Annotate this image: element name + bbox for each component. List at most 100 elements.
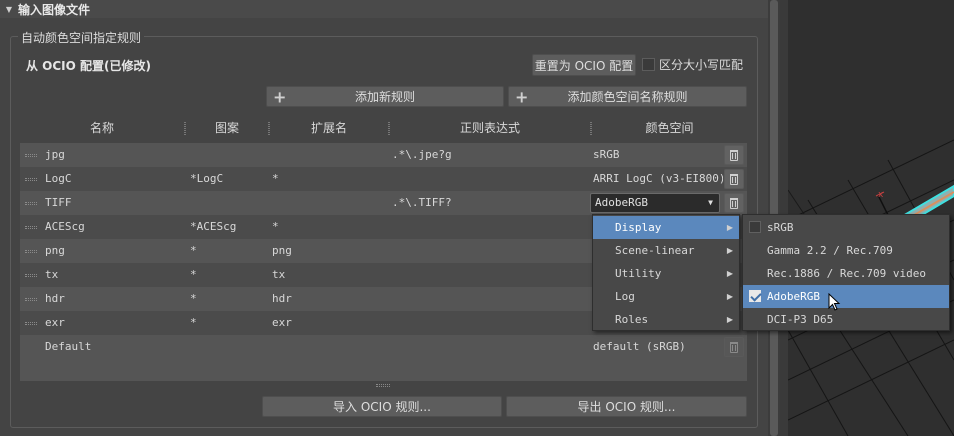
ocio-config-title: 从 OCIO 配置(已修改) (26, 59, 151, 73)
mouse-pointer-icon (828, 293, 841, 311)
cell-pattern[interactable]: * (190, 311, 197, 335)
table-row[interactable]: TIFF .*\.TIFF? AdobeRGB ▼ (20, 191, 747, 215)
section-header-input-image-files[interactable]: ▼ 输入图像文件 (0, 0, 768, 18)
cell-colorspace[interactable]: ARRI LogC (v3-EI800). (593, 167, 723, 191)
cell-pattern[interactable]: *ACEScg (190, 215, 236, 239)
drag-handle-icon[interactable] (25, 274, 37, 277)
drag-handle-icon[interactable] (25, 178, 37, 181)
delete-rule-button[interactable] (724, 169, 744, 189)
drag-handle-icon[interactable] (25, 202, 37, 205)
menu-item-label: Display (615, 221, 662, 234)
menu-item-label: Gamma 2.2 / Rec.709 (767, 244, 893, 257)
delete-rule-button[interactable] (724, 145, 744, 165)
header-pattern[interactable]: 图案 (186, 118, 268, 138)
add-rule-label: 添加新规则 (354, 90, 415, 104)
axis-label-x: x (878, 190, 884, 200)
trash-icon (730, 149, 738, 161)
colorspace-dropdown-value: AdobeRGB (595, 196, 648, 209)
reset-to-ocio-button[interactable]: 重置为 OCIO 配置 (532, 54, 636, 76)
cell-name[interactable]: ACEScg (45, 215, 85, 239)
delete-rule-button-disabled (724, 337, 744, 357)
menu-item-gamma22[interactable]: Gamma 2.2 / Rec.709 (743, 239, 949, 262)
trash-icon (730, 341, 738, 353)
menu-item-label: Utility (615, 267, 662, 280)
add-colorspace-name-rule-button[interactable]: + 添加颜色空间名称规则 (508, 86, 747, 107)
cell-pattern[interactable]: *LogC (190, 167, 223, 191)
cell-name[interactable]: LogC (45, 167, 72, 191)
colorspace-dropdown[interactable]: AdobeRGB ▼ (590, 193, 720, 213)
add-rule-button[interactable]: + 添加新规则 (266, 86, 504, 107)
submenu-arrow-icon: ▶ (726, 246, 733, 255)
menu-item-roles[interactable]: Roles ▶ (593, 308, 739, 331)
table-row[interactable]: jpg .*\.jpe?g sRGB (20, 143, 747, 167)
plus-icon: + (515, 87, 529, 106)
menu-item-scene-linear[interactable]: Scene-linear ▶ (593, 239, 739, 262)
header-extension[interactable]: 扩展名 (270, 118, 388, 138)
cell-name[interactable]: jpg (45, 143, 65, 167)
cell-extension[interactable]: * (272, 215, 279, 239)
drag-handle-icon[interactable] (25, 322, 37, 325)
menu-item-srgb[interactable]: sRGB (743, 216, 949, 239)
cell-extension[interactable]: exr (272, 311, 292, 335)
cell-regex[interactable]: .*\.jpe?g (392, 143, 452, 167)
submenu-arrow-icon: ▶ (726, 292, 733, 301)
cell-name[interactable]: tx (45, 263, 58, 287)
drag-handle-icon[interactable] (25, 250, 37, 253)
export-ocio-rules-button[interactable]: 导出 OCIO 规则... (506, 396, 747, 417)
export-label: 导出 OCIO 规则... (577, 400, 676, 414)
checkmark-icon (749, 290, 761, 302)
display-colorspace-menu: sRGB Gamma 2.2 / Rec.709 Rec.1886 / Rec.… (742, 214, 950, 331)
cell-name[interactable]: TIFF (45, 191, 72, 215)
plus-icon: + (273, 87, 287, 106)
submenu-arrow-icon: ▶ (726, 315, 733, 324)
cell-regex[interactable]: .*\.TIFF? (392, 191, 452, 215)
group-title: 自动颜色空间指定规则 (18, 29, 145, 46)
add-colorspace-rule-label: 添加颜色空间名称规则 (567, 90, 688, 104)
menu-item-label: Scene-linear (615, 244, 695, 257)
import-ocio-rules-button[interactable]: 导入 OCIO 规则... (262, 396, 502, 417)
menu-item-dci-p3[interactable]: DCI-P3 D65 (743, 308, 949, 331)
table-row-default[interactable]: Default default (sRGB) (20, 335, 747, 359)
dropdown-arrow-icon: ▼ (708, 198, 713, 207)
collapse-arrow-icon[interactable]: ▼ (0, 5, 18, 14)
cell-pattern[interactable]: * (190, 263, 197, 287)
cell-extension[interactable]: hdr (272, 287, 292, 311)
drag-handle-icon[interactable] (25, 154, 37, 157)
header-colorspace[interactable]: 颜色空间 (592, 118, 747, 138)
menu-item-rec1886[interactable]: Rec.1886 / Rec.709 video (743, 262, 949, 285)
menu-item-label: Log (615, 290, 635, 303)
header-regex[interactable]: 正则表达式 (390, 118, 590, 138)
cell-extension[interactable]: * (272, 167, 279, 191)
cell-name[interactable]: hdr (45, 287, 65, 311)
menu-item-label: sRGB (767, 221, 794, 234)
cell-pattern[interactable]: * (190, 239, 197, 263)
delete-rule-button[interactable] (724, 193, 744, 213)
import-label: 导入 OCIO 规则... (333, 400, 431, 414)
menu-item-label: Rec.1886 / Rec.709 video (767, 267, 926, 280)
menu-item-log[interactable]: Log ▶ (593, 285, 739, 308)
cell-pattern[interactable]: * (190, 287, 197, 311)
menu-item-label: DCI-P3 D65 (767, 313, 834, 326)
cell-colorspace[interactable]: default (sRGB) (593, 335, 686, 359)
menu-item-adobergb[interactable]: AdobeRGB (743, 285, 949, 308)
cell-extension[interactable]: png (272, 239, 292, 263)
menu-item-display[interactable]: Display ▶ (593, 216, 739, 239)
reset-to-ocio-label: 重置为 OCIO 配置 (534, 58, 634, 73)
table-empty-area (20, 359, 747, 381)
cell-name[interactable]: Default (45, 335, 91, 359)
header-name[interactable]: 名称 (20, 118, 184, 138)
cell-colorspace[interactable]: sRGB (593, 143, 620, 167)
rules-table-header: 名称 图案 扩展名 正则表达式 颜色空间 (20, 118, 747, 138)
trash-icon (730, 173, 738, 185)
drag-handle-icon[interactable] (25, 226, 37, 229)
menu-item-utility[interactable]: Utility ▶ (593, 262, 739, 285)
case-sensitive-label: 区分大小写匹配 (659, 58, 744, 72)
cell-extension[interactable]: tx (272, 263, 285, 287)
cell-name[interactable]: png (45, 239, 65, 263)
submenu-arrow-icon: ▶ (726, 269, 733, 278)
table-row[interactable]: LogC *LogC * ARRI LogC (v3-EI800). (20, 167, 747, 191)
cell-name[interactable]: exr (45, 311, 65, 335)
drag-handle-icon[interactable] (25, 298, 37, 301)
case-sensitive-checkbox[interactable] (642, 58, 655, 71)
resize-handle-icon[interactable] (376, 384, 390, 387)
